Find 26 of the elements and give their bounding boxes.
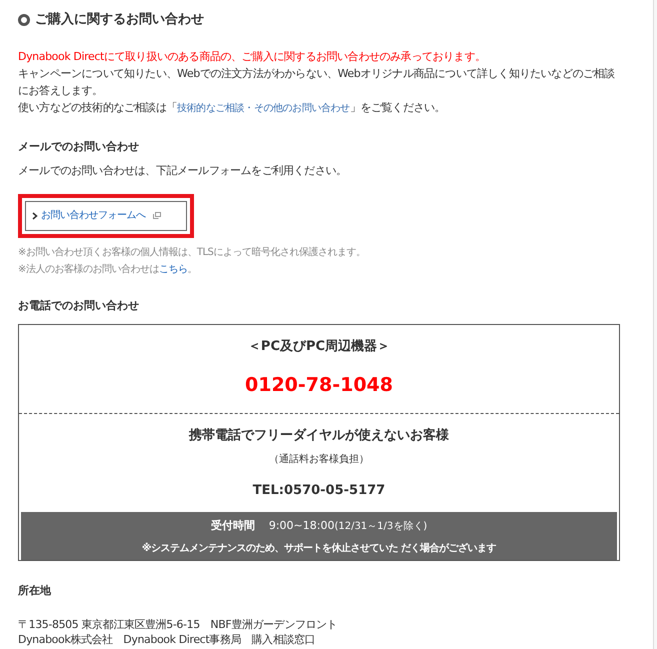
category-title: ＜PC及びPC周辺機器＞: [248, 338, 390, 356]
address-line: 〒135-8505 東京都江東区豊洲5-6-15 NBF豊洲ガーデンフロント: [18, 617, 338, 632]
notice-text: Dynabook Directにて取り扱いのある商品の、ご購入に関するお問い合わせのみ承っております。: [18, 48, 487, 64]
subheading: 所在地: [18, 582, 52, 598]
mobile-title: 携帯電話でフリーダイヤルが使えないお客様: [189, 426, 449, 445]
phone-number: TEL:0570-05-5177: [252, 482, 386, 500]
subheading: メールでのお問い合わせ: [18, 138, 140, 154]
intro-text: キャンペーンについて知りたい、Webでの注文方法がわからない、Webオリジナル商品について詳しく知りたいなどのご相談にお答えします。: [18, 66, 616, 98]
hours-label: 受付時間: [210, 518, 255, 534]
maintenance-note: ※システムメンテナンスのため、サポートを休止させていた だく場合がございます: [142, 542, 496, 556]
link[interactable]: こちら: [158, 264, 188, 274]
charge-note: （通話料お客様負担）: [269, 452, 369, 466]
hours-text: 9:00~18:00(12/31～1/3を除く): [268, 518, 428, 534]
subheading: お電話でのお問い合わせ: [18, 298, 140, 314]
section-heading: ご購入に関するお問い合わせ: [35, 10, 204, 29]
tech-text: 使い方などの技術的なご相談は「技術的なご相談・その他のお問い合わせ」をご覧ください。: [18, 100, 446, 116]
chevron-icon: [32, 212, 38, 220]
address-line: Dynabook株式会社 Dynabook Direct事務局 購入相談窓口: [18, 632, 316, 647]
form-button[interactable]: お問い合わせフォームへ: [25, 200, 187, 230]
tech-link[interactable]: 技術的なご相談・その他のお問い合わせ: [177, 102, 350, 114]
note-text: ※法人のお客様のお問い合わせはこちら。: [18, 262, 198, 276]
note-text: ※お問い合わせ頂くお客様の個人情報は、TLSによって暗号化され保護されます。: [18, 246, 366, 260]
mail-text: メールでのお問い合わせは、下記メールフォームをご利用ください。: [18, 163, 348, 179]
new-window-icon: [152, 212, 160, 219]
phone-number: 0120-78-1048: [245, 372, 393, 398]
ring-icon: [18, 14, 30, 26]
